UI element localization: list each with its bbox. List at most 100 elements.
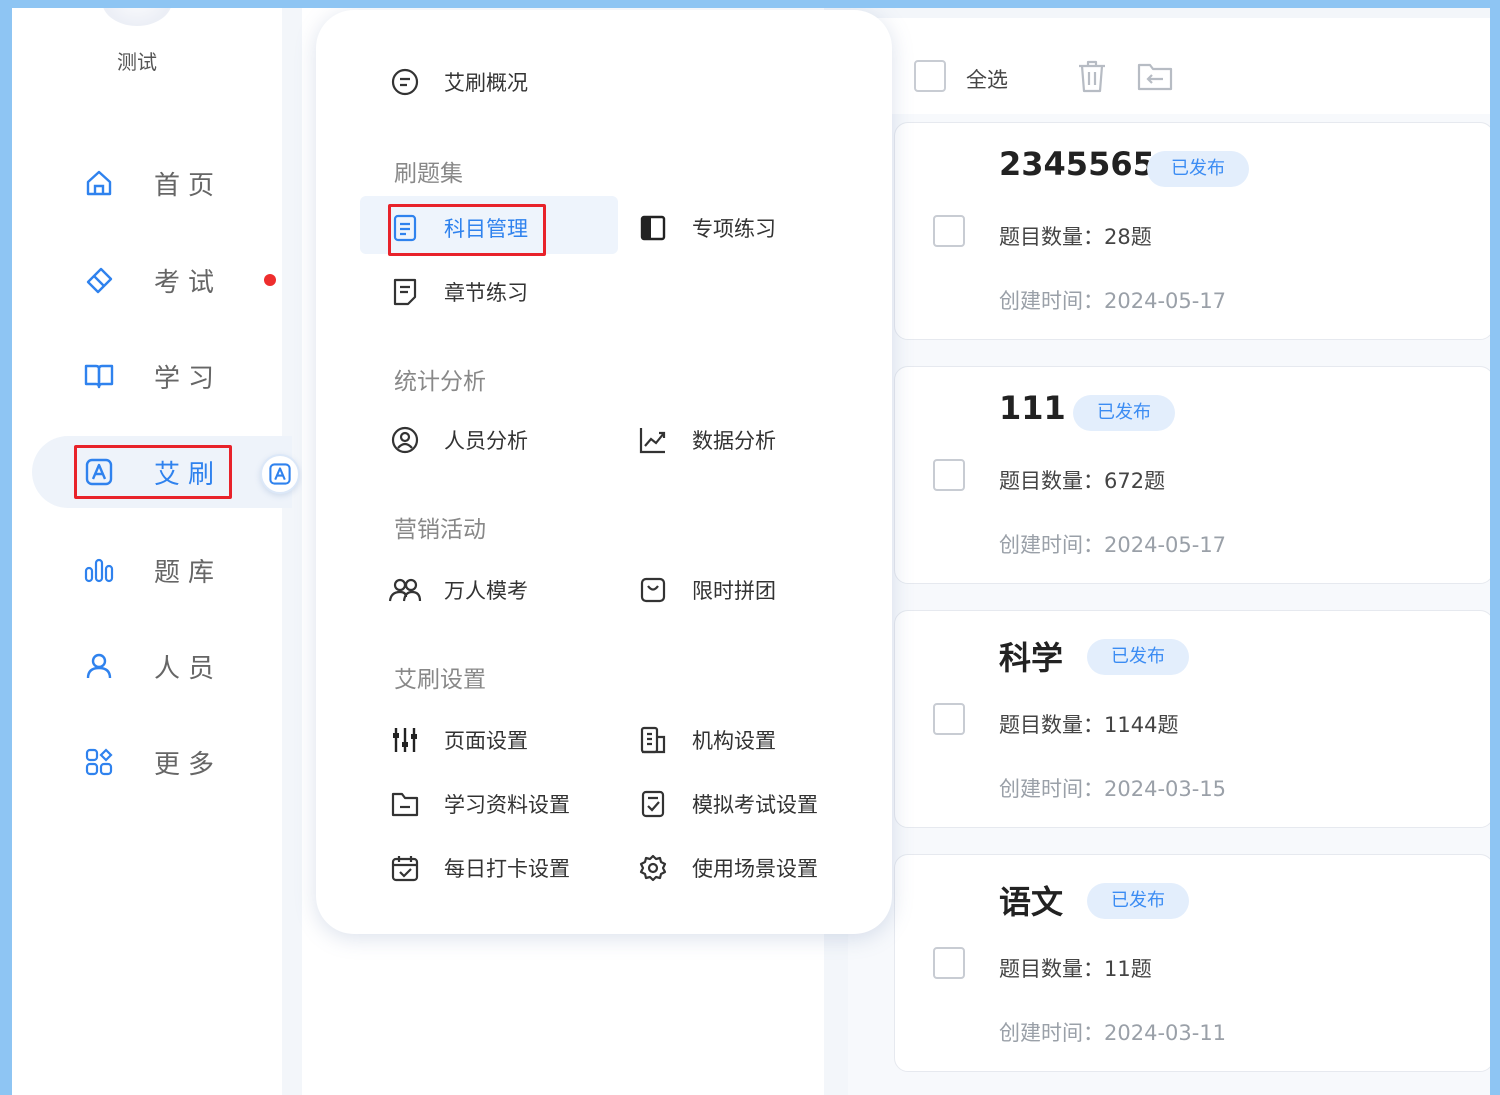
avatar[interactable] [102, 8, 172, 26]
menu-item-label: 章节练习 [444, 281, 528, 305]
menu-item-label: 机构设置 [692, 729, 776, 753]
card-title: 语文 [999, 883, 1064, 921]
created-time: 创建时间：2024-03-11 [999, 1021, 1227, 1045]
select-all-label[interactable]: 全选 [966, 64, 1008, 94]
folder-icon [388, 787, 422, 821]
sliders-icon [388, 723, 422, 757]
grid-icon [82, 745, 116, 779]
menu-item-page-settings[interactable]: 页面设置 [388, 720, 528, 760]
menu-item-label: 专项练习 [692, 217, 776, 241]
menu-item-org-settings[interactable]: 机构设置 [636, 720, 776, 760]
status-badge: 已发布 [1087, 883, 1189, 919]
sidebar-item-label: 首页 [154, 170, 223, 201]
sidebar-item-more[interactable]: 更多 [32, 726, 282, 798]
username: 测试 [117, 50, 157, 74]
question-count: 题目数量：1144题 [999, 713, 1179, 737]
subject-card[interactable]: 语文 已发布 题目数量：11题 创建时间：2024-03-11 [894, 854, 1490, 1072]
card-title: 科学 [999, 639, 1064, 677]
section-statistics: 统计分析 [394, 369, 486, 395]
sidebar-item-exam[interactable]: 考试 [32, 244, 282, 316]
menu-item-group-buy[interactable]: 限时拼团 [636, 570, 776, 610]
question-count: 题目数量：28题 [999, 225, 1152, 249]
sidebar-item-label: 题库 [154, 557, 223, 588]
section-question-sets: 刷题集 [394, 161, 463, 187]
trash-icon[interactable] [1076, 58, 1108, 94]
subject-card[interactable]: 科学 已发布 题目数量：1144题 创建时间：2024-03-15 [894, 610, 1490, 828]
aishua-menu-popup: 艾刷概况 刷题集 科目管理 专项练习 章节练习 统计分析 人员分析 数据分析 营… [316, 10, 892, 934]
section-settings: 艾刷设置 [394, 667, 486, 693]
menu-item-label: 页面设置 [444, 729, 528, 753]
bars-icon [82, 553, 116, 587]
menu-item-mock-exam-settings[interactable]: 模拟考试设置 [636, 784, 818, 824]
menu-item-data-analysis[interactable]: 数据分析 [636, 420, 776, 460]
menu-item-study-material-settings[interactable]: 学习资料设置 [388, 784, 570, 824]
sidebar-item-personnel[interactable]: 人员 [32, 630, 282, 702]
menu-item-label: 每日打卡设置 [444, 857, 570, 881]
sidebar-item-question-bank[interactable]: 题库 [32, 534, 282, 606]
menu-item-label: 使用场景设置 [692, 857, 818, 881]
subject-card[interactable]: 2345565 已发布 题目数量：28题 创建时间：2024-05-17 [894, 122, 1490, 340]
menu-item-personnel-analysis[interactable]: 人员分析 [388, 420, 528, 460]
question-count: 题目数量：672题 [999, 469, 1166, 493]
aishua-badge[interactable] [260, 454, 300, 494]
card-checkbox[interactable] [933, 947, 965, 979]
sidebar-item-label: 人员 [154, 653, 223, 684]
app-window: 测试 首页 考试 学习 艾刷 题库 人员 更多 全选 2345565 已发布 题… [12, 8, 1490, 1095]
status-badge: 已发布 [1147, 151, 1249, 187]
bag-icon [636, 573, 670, 607]
created-time: 创建时间：2024-03-15 [999, 777, 1227, 801]
sidebar-item-label: 学习 [154, 363, 223, 394]
move-folder-icon[interactable] [1136, 60, 1174, 92]
list-toolbar: 全选 [848, 18, 1490, 114]
menu-item-label: 万人模考 [444, 579, 528, 603]
sidebar-item-label: 考试 [154, 267, 223, 298]
menu-item-special-practice[interactable]: 专项练习 [636, 208, 776, 248]
menu-item-daily-checkin-settings[interactable]: 每日打卡设置 [388, 848, 570, 888]
question-count: 题目数量：11题 [999, 957, 1152, 981]
created-time: 创建时间：2024-05-17 [999, 289, 1227, 313]
subject-card[interactable]: 111 已发布 题目数量：672题 创建时间：2024-05-17 [894, 366, 1490, 584]
select-all-checkbox[interactable] [914, 60, 946, 92]
overview-icon [388, 65, 422, 99]
home-icon [82, 166, 116, 200]
sidebar-item-home[interactable]: 首页 [32, 147, 282, 219]
notification-dot [264, 274, 276, 286]
menu-item-label: 人员分析 [444, 429, 528, 453]
created-time: 创建时间：2024-05-17 [999, 533, 1227, 557]
highlight-box [388, 204, 546, 256]
sidebar-item-label: 更多 [154, 749, 223, 780]
building-icon [636, 723, 670, 757]
section-marketing: 营销活动 [394, 517, 486, 543]
card-title: 2345565 [999, 145, 1155, 183]
note-icon [388, 275, 422, 309]
status-badge: 已发布 [1073, 395, 1175, 431]
sidebar-item-study[interactable]: 学习 [32, 340, 282, 412]
subject-list-panel: 全选 2345565 已发布 题目数量：28题 创建时间：2024-05-17 … [848, 18, 1490, 1095]
menu-item-mock-exam[interactable]: 万人模考 [388, 570, 528, 610]
status-badge: 已发布 [1087, 639, 1189, 675]
sidebar: 测试 首页 考试 学习 艾刷 题库 人员 更多 [12, 8, 292, 1095]
eraser-icon [82, 263, 116, 297]
menu-item-chapter-practice[interactable]: 章节练习 [388, 272, 528, 312]
card-checkbox[interactable] [933, 459, 965, 491]
menu-item-label: 限时拼团 [692, 579, 776, 603]
menu-item-label: 学习资料设置 [444, 793, 570, 817]
menu-item-label: 数据分析 [692, 429, 776, 453]
line-chart-icon [636, 423, 670, 457]
users-icon [388, 573, 422, 607]
menu-item-scenario-settings[interactable]: 使用场景设置 [636, 848, 818, 888]
menu-item-label: 模拟考试设置 [692, 793, 818, 817]
menu-item-overview[interactable]: 艾刷概况 [388, 62, 528, 102]
half-square-icon [636, 211, 670, 245]
card-checkbox[interactable] [933, 215, 965, 247]
person-icon [82, 649, 116, 683]
calendar-check-icon [388, 851, 422, 885]
book-icon [82, 359, 116, 393]
menu-item-label: 艾刷概况 [444, 71, 528, 95]
a-square-icon [268, 462, 292, 486]
highlight-box [74, 445, 232, 499]
user-circle-icon [388, 423, 422, 457]
card-checkbox[interactable] [933, 703, 965, 735]
checklist-icon [636, 787, 670, 821]
card-title: 111 [999, 389, 1066, 427]
